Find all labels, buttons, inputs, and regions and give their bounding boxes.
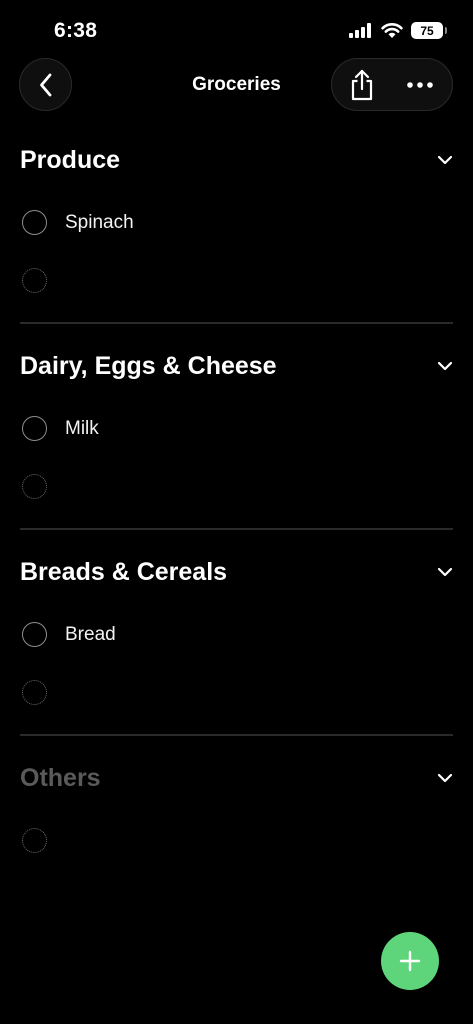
section-title: Produce [20, 146, 121, 174]
section-header[interactable]: Breads & Cereals [20, 554, 453, 594]
new-item-placeholder[interactable] [22, 268, 47, 293]
item-checkbox[interactable] [22, 210, 47, 235]
section-header[interactable]: Produce [20, 142, 453, 182]
divider [20, 528, 453, 530]
share-icon [351, 69, 373, 101]
list-item[interactable]: Bread [20, 616, 453, 656]
list-item[interactable]: Spinach [20, 204, 453, 244]
more-icon [407, 82, 433, 88]
wifi-icon [381, 22, 403, 38]
new-item-row[interactable] [20, 262, 453, 302]
status-icons: 75 [349, 22, 447, 39]
item-checkbox[interactable] [22, 416, 47, 441]
divider [20, 734, 453, 736]
divider [20, 322, 453, 324]
add-item-button[interactable] [381, 932, 439, 990]
section-title: Dairy, Eggs & Cheese [20, 352, 277, 380]
new-item-placeholder[interactable] [22, 828, 47, 853]
chevron-down-icon[interactable] [437, 358, 453, 374]
item-label[interactable]: Bread [65, 624, 116, 646]
signal-icon [349, 23, 371, 38]
section-title: Breads & Cereals [20, 558, 228, 586]
section-title: Others [20, 764, 101, 792]
status-time: 6:38 [54, 19, 98, 42]
section-header[interactable]: Dairy, Eggs & Cheese [20, 348, 453, 388]
item-label[interactable]: Milk [65, 418, 99, 440]
chevron-down-icon[interactable] [437, 564, 453, 580]
list-item[interactable]: Milk [20, 410, 453, 450]
item-label[interactable]: Spinach [65, 212, 134, 234]
section-header[interactable]: Others [20, 760, 453, 800]
new-item-placeholder[interactable] [22, 474, 47, 499]
new-item-row[interactable] [20, 674, 453, 714]
status-bar: 6:38 75 [0, 0, 473, 60]
more-button[interactable] [400, 67, 440, 103]
chevron-down-icon[interactable] [437, 152, 453, 168]
nav-actions [331, 58, 453, 111]
new-item-placeholder[interactable] [22, 680, 47, 705]
item-checkbox[interactable] [22, 622, 47, 647]
battery-indicator: 75 [411, 22, 447, 39]
new-item-row[interactable] [20, 468, 453, 508]
nav-bar: Groceries [0, 58, 473, 112]
new-item-row[interactable] [20, 822, 453, 862]
plus-icon [399, 950, 421, 972]
chevron-down-icon[interactable] [437, 770, 453, 786]
share-button[interactable] [344, 67, 380, 103]
